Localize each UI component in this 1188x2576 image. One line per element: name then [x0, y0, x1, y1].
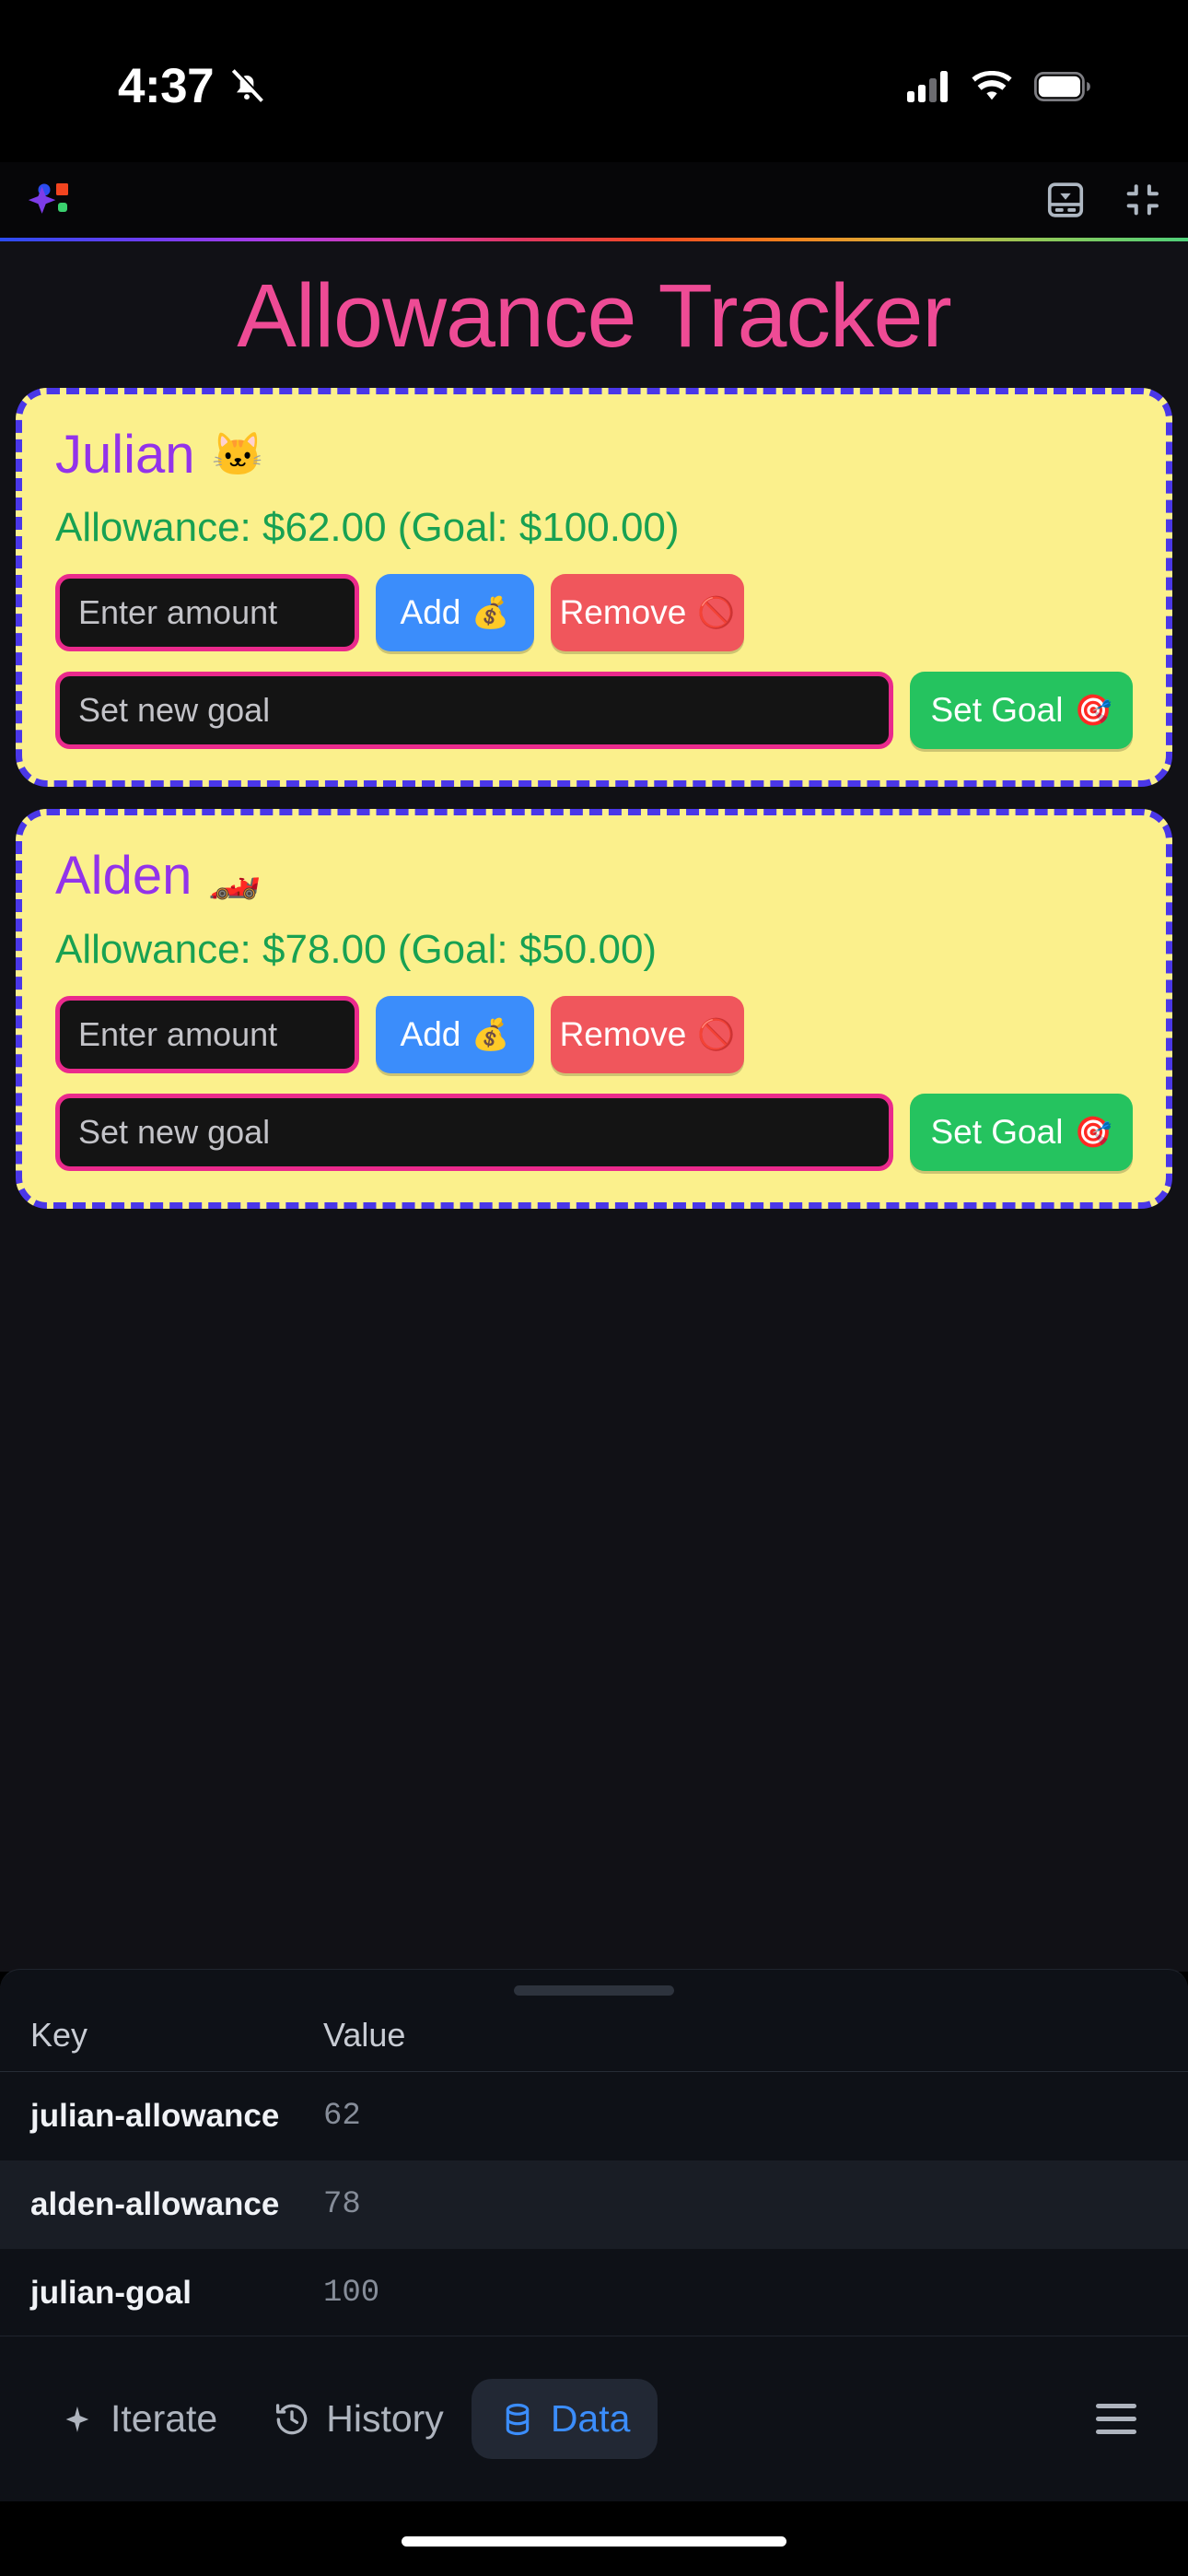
set-goal-button[interactable]: Set Goal 🎯 — [910, 1094, 1133, 1172]
amount-input[interactable] — [55, 996, 359, 1074]
database-icon — [506, 2403, 530, 2435]
table-row[interactable]: julian-goal 100 — [0, 2249, 1188, 2336]
nav-item-iterate[interactable]: Iterate — [31, 2379, 245, 2459]
add-button-label: Add — [400, 593, 461, 632]
nav-item-history-label: History — [326, 2397, 444, 2440]
hamburger-bar — [1096, 2417, 1136, 2421]
card-person-name-row: Alden 🏎️ — [55, 843, 1133, 910]
column-header-key: Key — [30, 2016, 88, 2054]
allowance-card: Alden 🏎️ Allowance: $78.00 (Goal: $50.00… — [16, 809, 1172, 1210]
data-panel: Key Value julian-allowance 62 alden-allo… — [0, 1969, 1188, 2336]
home-indicator — [402, 2536, 786, 2547]
card-person-name: Alden — [55, 846, 192, 907]
ios-status-bar: 4:37 — [0, 0, 1188, 162]
amount-row: Add 💰 Remove 🚫 — [55, 574, 1133, 652]
row-key: julian-allowance — [30, 2098, 280, 2134]
goal-row: Set Goal 🎯 — [55, 1094, 1133, 1172]
app-content: Allowance Tracker Julian 🐱 Allowance: $6… — [0, 241, 1188, 1972]
battery-icon — [1034, 72, 1090, 101]
hamburger-menu-icon[interactable] — [1076, 2379, 1157, 2459]
row-key: julian-goal — [30, 2275, 192, 2311]
money-bag-emoji: 💰 — [472, 594, 510, 629]
nav-item-data[interactable]: Data — [471, 2379, 658, 2459]
column-header-value: Value — [323, 2016, 406, 2054]
card-person-name-row: Julian 🐱 — [55, 422, 1133, 489]
nav-item-iterate-label: Iterate — [111, 2397, 218, 2440]
cellular-signal-icon — [907, 71, 948, 102]
allowance-card: Julian 🐱 Allowance: $62.00 (Goal: $100.0… — [16, 387, 1172, 788]
status-bar-left: 4:37 — [0, 58, 267, 114]
row-value: 100 — [323, 2276, 380, 2311]
allowance-summary: Allowance: $62.00 (Goal: $100.00) — [55, 505, 680, 551]
amount-row: Add 💰 Remove 🚫 — [55, 996, 1133, 1074]
row-value: 62 — [323, 2099, 361, 2134]
bottom-navigation: Iterate History Data — [0, 2336, 1188, 2501]
bullseye-emoji: 🎯 — [1074, 1114, 1112, 1149]
racing-car-emoji: 🏎️ — [208, 851, 262, 900]
status-bar-right — [907, 71, 1091, 102]
table-row[interactable]: alden-allowance 78 — [0, 2160, 1188, 2249]
allowance-summary: Allowance: $78.00 (Goal: $50.00) — [55, 926, 658, 972]
cat-face-emoji: 🐱 — [211, 430, 264, 479]
page-title: Allowance Tracker — [237, 265, 951, 366]
money-bag-emoji: 💰 — [472, 1016, 510, 1051]
table-row[interactable]: julian-allowance 62 — [0, 2072, 1188, 2160]
table-header: Key Value — [0, 1996, 1188, 2072]
add-button[interactable]: Add 💰 — [376, 996, 534, 1074]
remove-button-label: Remove — [559, 593, 687, 632]
row-key: alden-allowance — [30, 2186, 280, 2222]
add-button-label: Add — [400, 1015, 461, 1054]
sparkle-icon — [65, 2406, 89, 2432]
remove-button[interactable]: Remove 🚫 — [551, 996, 744, 1074]
row-value: 78 — [323, 2187, 361, 2222]
status-bar-clock: 4:37 — [118, 58, 215, 113]
goal-input[interactable] — [55, 1094, 893, 1172]
drag-handle[interactable] — [514, 1985, 674, 1996]
wifi-icon — [972, 71, 1012, 100]
history-clock-icon — [276, 2403, 308, 2434]
bullseye-emoji: 🎯 — [1074, 692, 1112, 727]
app-logo-icon[interactable] — [22, 172, 77, 228]
prohibited-emoji: 🚫 — [697, 594, 736, 629]
split-panel-icon[interactable] — [1044, 179, 1087, 221]
set-goal-button-label: Set Goal — [930, 1113, 1064, 1152]
bell-slash-icon — [231, 68, 265, 102]
nav-item-history[interactable]: History — [245, 2379, 472, 2459]
nav-item-data-label: Data — [550, 2397, 631, 2440]
card-person-name: Julian — [55, 424, 195, 485]
set-goal-button-label: Set Goal — [930, 691, 1064, 730]
app-chrome-bar — [0, 162, 1188, 238]
remove-button[interactable]: Remove 🚫 — [551, 574, 744, 652]
prohibited-emoji: 🚫 — [697, 1016, 736, 1051]
add-button[interactable]: Add 💰 — [376, 574, 534, 652]
hamburger-bar — [1096, 2404, 1136, 2408]
collapse-icon[interactable] — [1122, 179, 1164, 221]
set-goal-button[interactable]: Set Goal 🎯 — [910, 672, 1133, 750]
amount-input[interactable] — [55, 574, 359, 652]
chrome-toolbar-icons — [1044, 179, 1164, 221]
goal-row: Set Goal 🎯 — [55, 672, 1133, 750]
remove-button-label: Remove — [559, 1015, 687, 1054]
hamburger-bar — [1096, 2430, 1136, 2434]
goal-input[interactable] — [55, 672, 893, 750]
